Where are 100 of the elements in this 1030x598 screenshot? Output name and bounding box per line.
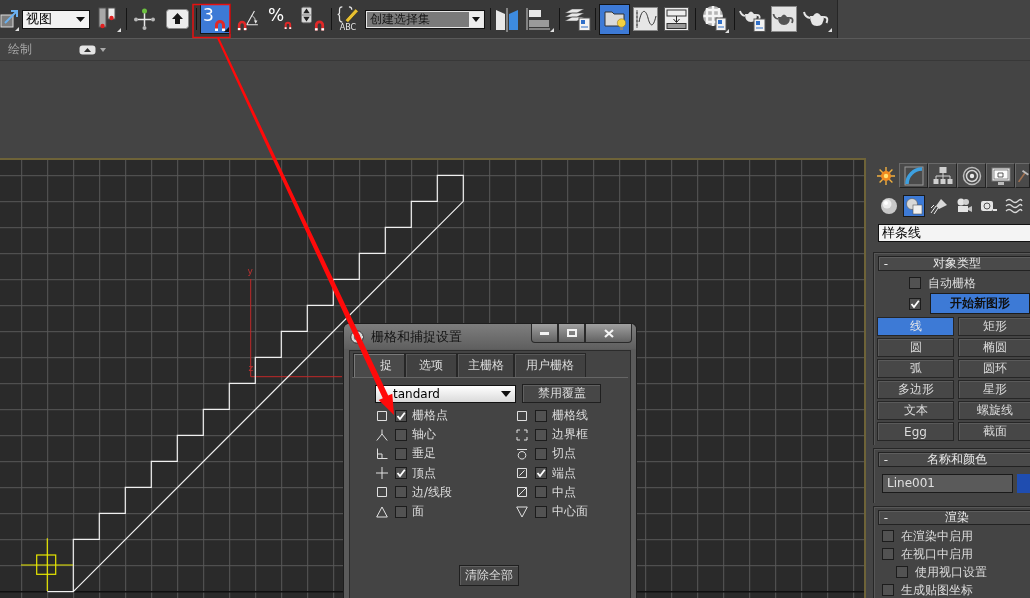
checkbox[interactable] bbox=[535, 467, 547, 480]
minimize-button[interactable] bbox=[531, 324, 558, 343]
checkbox[interactable] bbox=[395, 486, 407, 499]
up-triangle-pill-icon[interactable] bbox=[79, 44, 96, 55]
sun-icon bbox=[876, 165, 896, 186]
rollout-header[interactable]: - 渲染 bbox=[878, 510, 1030, 525]
spotlight-icon bbox=[930, 197, 948, 215]
checkbox[interactable] bbox=[882, 584, 894, 596]
perpendicular-icon bbox=[376, 447, 388, 460]
checkbox-label: 在视口中启用 bbox=[901, 545, 973, 563]
checkbox-label: 面 bbox=[412, 503, 424, 521]
object-type-button[interactable]: 文本 bbox=[877, 401, 954, 420]
pivot-icon bbox=[376, 428, 388, 441]
name-field[interactable]: Line001 bbox=[882, 474, 1013, 493]
checkbox[interactable] bbox=[535, 409, 547, 422]
ribbon-label: 绘制 bbox=[8, 41, 32, 58]
checkbox[interactable] bbox=[882, 530, 894, 542]
minimize-icon bbox=[540, 331, 549, 335]
category-button[interactable] bbox=[903, 195, 925, 217]
object-type-button[interactable]: 线 bbox=[877, 317, 954, 336]
snap-toggle[interactable]: % bbox=[265, 4, 295, 34]
checkbox[interactable] bbox=[535, 486, 547, 499]
caret-icon[interactable] bbox=[100, 47, 106, 52]
object-type-button[interactable]: 圆 bbox=[877, 338, 954, 357]
align-icon[interactable] bbox=[524, 6, 554, 32]
checkbox[interactable] bbox=[909, 297, 921, 310]
circle-square-icon bbox=[905, 197, 923, 215]
preset-dropdown[interactable]: tandard bbox=[375, 384, 516, 403]
snap-cursor-icon bbox=[20, 537, 74, 592]
object-type-button[interactable]: 截面 bbox=[958, 422, 1030, 441]
checkbox[interactable] bbox=[395, 447, 407, 460]
magnet-icon bbox=[237, 19, 248, 31]
pivot-center-icon[interactable] bbox=[96, 5, 121, 33]
category-button[interactable] bbox=[878, 195, 900, 217]
rollout-header[interactable]: - 名称和颜色 bbox=[878, 452, 1030, 467]
override-button[interactable]: 禁用覆盖 bbox=[522, 384, 601, 403]
type-dropdown[interactable]: 样条线 bbox=[878, 224, 1030, 242]
view-dropdown[interactable]: 视图 bbox=[22, 9, 90, 29]
scene-explorer-toggle[interactable] bbox=[599, 3, 630, 35]
checkbox[interactable] bbox=[535, 447, 547, 460]
move-cross-icon[interactable] bbox=[133, 7, 156, 31]
braces-pencil-icon[interactable] bbox=[336, 6, 360, 23]
hierarchy-icon bbox=[932, 165, 953, 186]
tab[interactable]: 主栅格 bbox=[457, 353, 514, 377]
checkbox-label: 顶点 bbox=[412, 464, 436, 482]
object-type-button[interactable]: 矩形 bbox=[958, 317, 1030, 336]
check-icon bbox=[910, 298, 920, 309]
checkbox[interactable] bbox=[395, 505, 407, 518]
flyout-triangle-icon bbox=[224, 27, 229, 32]
checkbox[interactable] bbox=[395, 467, 407, 480]
checkbox[interactable] bbox=[896, 566, 908, 578]
rollout-header[interactable]: - 对象类型 bbox=[878, 256, 1030, 271]
highlight-frame bbox=[192, 3, 231, 39]
checkbox[interactable] bbox=[882, 548, 894, 560]
plus-icon bbox=[376, 467, 388, 480]
curve-graph-icon[interactable] bbox=[633, 7, 658, 31]
mirror-icon[interactable] bbox=[495, 6, 519, 32]
checkbox-label: 栅格线 bbox=[552, 407, 588, 425]
object-type-button[interactable]: Egg bbox=[877, 422, 954, 441]
checkbox-label: 中点 bbox=[552, 483, 576, 501]
layers-icon[interactable] bbox=[564, 7, 591, 31]
object-type-button[interactable]: 椭圆 bbox=[958, 338, 1030, 357]
checkbox[interactable] bbox=[535, 428, 547, 441]
caret-icon bbox=[469, 11, 483, 27]
selection-set-dropdown[interactable]: 创建选择集 bbox=[366, 10, 484, 28]
checker-sphere-icon[interactable] bbox=[702, 5, 729, 33]
panel-tab[interactable] bbox=[986, 163, 1015, 188]
clear-all-button[interactable]: 清除全部 bbox=[459, 565, 519, 587]
maximize-button[interactable] bbox=[558, 324, 585, 343]
panel-tab[interactable] bbox=[1015, 163, 1030, 188]
caret-icon bbox=[501, 390, 511, 397]
panel-tab[interactable] bbox=[928, 163, 957, 188]
object-type-button[interactable]: 星形 bbox=[958, 380, 1030, 399]
sphere-icon bbox=[880, 197, 898, 215]
object-type-button[interactable]: 多边形 bbox=[877, 380, 954, 399]
checkbox-label: 轴心 bbox=[412, 426, 436, 444]
square-icon bbox=[376, 409, 388, 422]
checkbox-label: 中心面 bbox=[552, 503, 588, 521]
checkbox-label: 使用视口设置 bbox=[915, 563, 987, 581]
schematic-icon[interactable] bbox=[664, 7, 689, 31]
checkbox[interactable] bbox=[909, 277, 921, 289]
close-button[interactable] bbox=[585, 324, 632, 343]
up-arrow-key-icon[interactable] bbox=[166, 9, 189, 29]
panel-tab[interactable] bbox=[957, 163, 986, 188]
object-type-button[interactable]: 弧 bbox=[877, 359, 954, 378]
start-new-shape-button[interactable]: 开始新图形 bbox=[930, 293, 1030, 314]
checkbox-label: 端点 bbox=[552, 464, 576, 482]
tab[interactable]: 用户栅格 bbox=[514, 353, 586, 377]
teapot-frame-icon[interactable] bbox=[771, 6, 797, 32]
checkbox[interactable] bbox=[395, 428, 407, 441]
tangent-icon bbox=[516, 447, 528, 460]
object-type-button[interactable]: 螺旋线 bbox=[958, 401, 1030, 420]
tab[interactable]: 选项 bbox=[405, 353, 457, 377]
checkbox[interactable] bbox=[535, 505, 547, 518]
check-icon bbox=[396, 468, 406, 479]
object-type-button[interactable]: 圆环 bbox=[958, 359, 1030, 378]
icon-caption: ABC bbox=[339, 23, 357, 32]
camera-icon bbox=[955, 197, 973, 215]
checkbox[interactable] bbox=[395, 409, 407, 422]
color-swatch[interactable] bbox=[1017, 474, 1030, 493]
